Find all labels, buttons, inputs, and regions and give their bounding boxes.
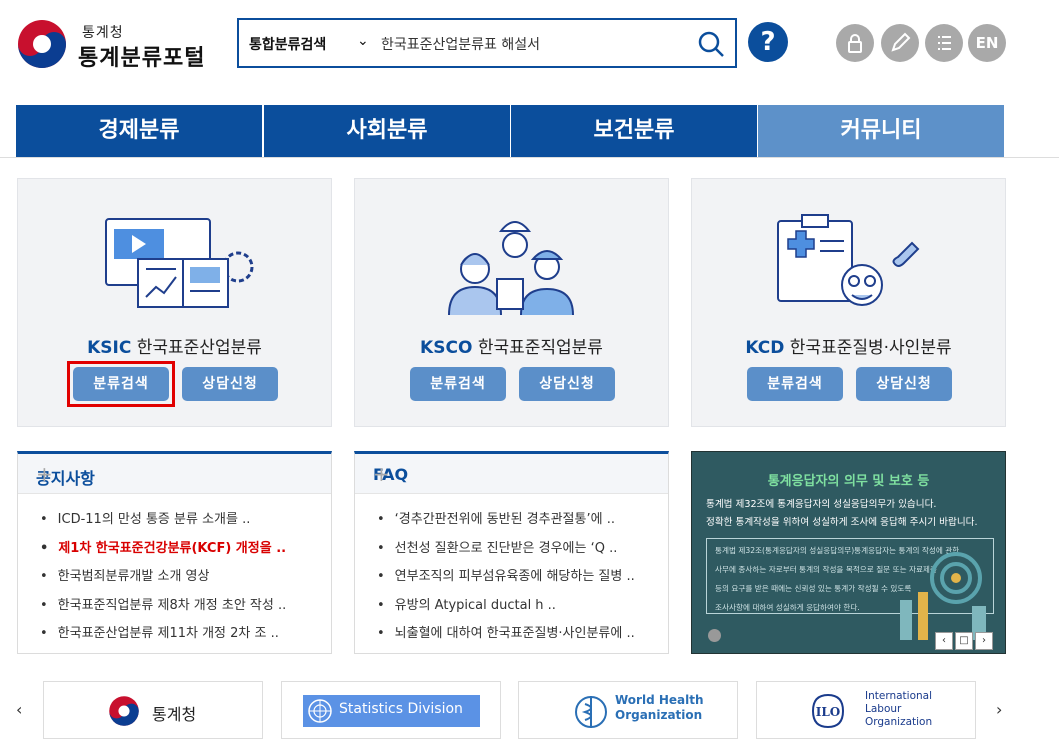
classification-search-button[interactable]: 분류검색 bbox=[410, 367, 506, 401]
partner-un-statistics[interactable]: Statistics Division bbox=[281, 681, 501, 739]
partners-prev-button[interactable]: ‹ bbox=[16, 700, 22, 719]
occupations-people-icon bbox=[448, 221, 574, 316]
partners-next-button[interactable]: › bbox=[996, 700, 1002, 719]
search-bar: 통합분류검색 ⌄ 한국표준산업분류표 해설서 bbox=[237, 18, 737, 68]
banner-line: 정확한 통계작성을 위하여 성실하게 조사에 응답해 주시기 바랍니다. bbox=[706, 517, 978, 528]
search-category-select[interactable]: 통합분류검색 bbox=[249, 34, 326, 54]
notice-item[interactable]: 한국표준산업분류 제11차 개정 2차 조 .. bbox=[40, 620, 331, 649]
card-ksic: KSIC 한국표준산업분류 분류검색 상담신청 bbox=[17, 178, 332, 427]
un-banner: Statistics Division bbox=[303, 695, 480, 727]
faq-item[interactable]: 유방의 Atypical ductal h .. bbox=[377, 592, 668, 621]
faq-item[interactable]: ‘경추간판전위에 동반된 경추관절통’에 .. bbox=[377, 506, 668, 535]
card-name: 한국표준산업분류 bbox=[136, 338, 262, 358]
consultation-button[interactable]: 상담신청 bbox=[856, 367, 952, 401]
banner-line: 통계법 제32조에 통계응답자의 성실응답의무가 있습니다. bbox=[706, 499, 937, 510]
banner-text: 통계법 제32조에 통계응답자의 성실응답의무가 있습니다. 정확한 통계작성을… bbox=[706, 496, 978, 532]
banner-title: 통계응답자의 의무 및 보호 등 bbox=[767, 474, 930, 489]
faq-item[interactable]: 뇌출혈에 대하여 한국표준질병·사인분류에 .. bbox=[377, 620, 668, 649]
search-input[interactable]: 한국표준산업분류표 해설서 bbox=[381, 34, 681, 54]
partner-label: Statistics Division bbox=[339, 701, 463, 717]
logo-subtitle: 통계청 bbox=[82, 25, 124, 41]
un-emblem-icon bbox=[308, 699, 332, 723]
notice-item[interactable]: 한국범죄분류개발 소개 영상 bbox=[40, 563, 331, 592]
notice-item[interactable]: 제1차 한국표준건강분류(KCF) 개정을 .. bbox=[40, 535, 331, 564]
banner-prev-button[interactable]: ‹ bbox=[935, 632, 953, 650]
slide-indicator[interactable] bbox=[708, 629, 721, 642]
kostat-logo-icon bbox=[109, 696, 139, 726]
card-title: KSCO 한국표준직업분류 bbox=[355, 333, 668, 358]
card-kcd: KCD 한국표준질병·사인분류 분류검색 상담신청 bbox=[691, 178, 1006, 427]
login-button[interactable] bbox=[836, 24, 874, 62]
partner-label: World Health Organization bbox=[615, 693, 704, 722]
logo-title: 통계분류포털 bbox=[78, 46, 206, 71]
consultation-button[interactable]: 상담신청 bbox=[182, 367, 278, 401]
taegeuk-logo-icon bbox=[18, 20, 66, 68]
card-code: KSCO bbox=[420, 338, 473, 358]
industry-book-icon bbox=[105, 218, 254, 308]
faq-item[interactable]: 연부조직의 피부섬유육종에 해당하는 질병 .. bbox=[377, 563, 668, 592]
sitemap-button[interactable] bbox=[925, 24, 963, 62]
search-icon[interactable] bbox=[697, 30, 725, 58]
target-illustration-icon bbox=[900, 552, 986, 640]
medical-record-icon bbox=[777, 214, 920, 306]
partner-label: International Labour Organization bbox=[865, 690, 933, 728]
nav-economic[interactable]: 경제분류 bbox=[16, 105, 262, 157]
english-button[interactable]: EN bbox=[968, 24, 1006, 62]
nav-health[interactable]: 보건분류 bbox=[511, 105, 757, 157]
lock-icon bbox=[848, 34, 862, 53]
svg-text:ILO: ILO bbox=[816, 705, 841, 719]
banner-next-button[interactable]: › bbox=[975, 632, 993, 650]
help-button[interactable]: ? bbox=[748, 22, 788, 62]
signup-button[interactable] bbox=[881, 24, 919, 62]
card-ksco: KSCO 한국표준직업분류 분류검색 상담신청 bbox=[354, 178, 669, 427]
card-name: 한국표준직업분류 bbox=[477, 338, 603, 358]
main-nav: 경제분류 사회분류 보건분류 커뮤니티 bbox=[16, 105, 1004, 157]
card-code: KSIC bbox=[87, 338, 132, 358]
partner-ilo[interactable]: ILO International Labour Organization bbox=[756, 681, 976, 739]
list-icon bbox=[938, 36, 951, 50]
ilo-emblem-icon: ILO bbox=[811, 693, 845, 729]
respondent-banner[interactable]: 통계응답자의 의무 및 보호 등 통계법 제32조에 통계응답자의 성실응답의무… bbox=[691, 451, 1006, 654]
highlight-box bbox=[67, 361, 175, 407]
site-logo[interactable]: 통계청 통계분류포털 bbox=[16, 18, 206, 71]
chevron-down-icon[interactable]: ⌄ bbox=[357, 33, 369, 49]
notice-more-button[interactable]: + bbox=[36, 462, 307, 486]
pencil-icon bbox=[891, 32, 911, 52]
faq-item[interactable]: 선천성 질환으로 진단받은 경우에는 ‘Q .. bbox=[377, 535, 668, 564]
faq-panel: FAQ + ‘경추간판전위에 동반된 경추관절통’에 .. 선천성 질환으로 진… bbox=[354, 451, 669, 654]
consultation-button[interactable]: 상담신청 bbox=[519, 367, 615, 401]
partner-kostat[interactable]: 통계청 bbox=[43, 681, 263, 739]
notice-item[interactable]: ICD-11의 만성 통증 분류 소개를 .. bbox=[40, 506, 331, 535]
nav-community[interactable]: 커뮤니티 bbox=[758, 105, 1004, 157]
nav-divider bbox=[0, 157, 1059, 158]
partner-who[interactable]: World Health Organization bbox=[518, 681, 738, 739]
notice-list: ICD-11의 만성 통증 분류 소개를 .. 제1차 한국표준건강분류(KCF… bbox=[18, 494, 331, 649]
faq-more-button[interactable]: + bbox=[373, 462, 644, 486]
card-code: KCD bbox=[745, 338, 785, 358]
faq-list: ‘경추간판전위에 동반된 경추관절통’에 .. 선천성 질환으로 진단받은 경우… bbox=[355, 494, 668, 649]
notice-item[interactable]: 한국표준직업분류 제8차 개정 초안 작성 .. bbox=[40, 592, 331, 621]
banner-stop-button[interactable]: □ bbox=[955, 632, 973, 650]
nav-social[interactable]: 사회분류 bbox=[264, 105, 510, 157]
classification-search-button[interactable]: 분류검색 bbox=[747, 367, 843, 401]
card-name: 한국표준질병·사인분류 bbox=[789, 338, 952, 358]
who-emblem-icon bbox=[575, 696, 607, 728]
card-title: KCD 한국표준질병·사인분류 bbox=[692, 333, 1005, 358]
card-title: KSIC 한국표준산업분류 bbox=[18, 333, 331, 358]
partner-label: 통계청 bbox=[152, 705, 197, 724]
notice-panel: 공지사항 + ICD-11의 만성 통증 분류 소개를 .. 제1차 한국표준건… bbox=[17, 451, 332, 654]
